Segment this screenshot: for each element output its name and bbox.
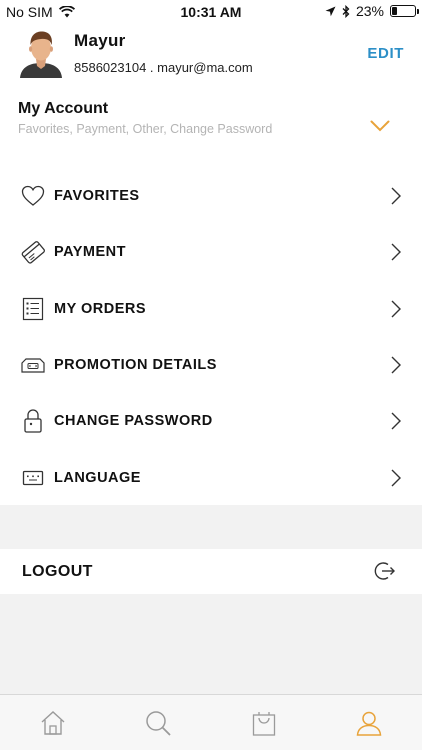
menu-item-label: MY ORDERS xyxy=(54,300,147,317)
battery-fill xyxy=(392,7,398,15)
lock-icon xyxy=(20,408,46,434)
my-account-title: My Account xyxy=(18,100,109,117)
chevron-right-icon xyxy=(391,187,401,205)
profile-icon xyxy=(356,711,382,736)
tab-search[interactable] xyxy=(106,695,212,750)
logout-icon xyxy=(374,562,395,580)
profile-name: Mayur xyxy=(74,31,126,50)
avatar[interactable] xyxy=(18,28,64,78)
empty-area xyxy=(0,594,422,694)
menu-item-label: PAYMENT xyxy=(54,244,126,261)
chevron-right-icon xyxy=(391,300,401,318)
chevron-down-icon[interactable] xyxy=(370,120,390,132)
chevron-right-icon xyxy=(391,243,401,261)
heart-icon xyxy=(20,183,46,209)
tab-bag[interactable] xyxy=(211,695,317,750)
my-account-subtitle: Favorites, Payment, Other, Change Passwo… xyxy=(18,122,273,136)
chevron-right-icon xyxy=(391,356,401,374)
tab-home[interactable] xyxy=(0,695,106,750)
list-icon xyxy=(20,296,46,322)
tab-bar xyxy=(0,694,422,750)
my-account-section[interactable]: My Account Favorites, Payment, Other, Ch… xyxy=(0,96,422,146)
chevron-right-icon xyxy=(391,412,401,430)
menu-item-label: FAVORITES xyxy=(54,188,140,205)
location-arrow-icon xyxy=(325,6,336,16)
menu-item-promotion-details[interactable]: PROMOTION DETAILS xyxy=(0,337,422,393)
menu-item-favorites[interactable]: FAVORITES xyxy=(0,168,422,224)
ticket-icon xyxy=(20,352,46,378)
menu-item-label: CHANGE PASSWORD xyxy=(54,413,213,430)
search-icon xyxy=(146,710,171,736)
logout-button[interactable]: LOGOUT xyxy=(0,549,422,594)
menu-item-change-password[interactable]: CHANGE PASSWORD xyxy=(0,393,422,449)
menu-item-label: LANGUAGE xyxy=(54,469,141,486)
section-divider xyxy=(0,505,422,549)
menu-item-label: PROMOTION DETAILS xyxy=(54,357,217,374)
chevron-right-icon xyxy=(391,469,401,487)
profile-contact: 8586023104 . mayur@ma.com xyxy=(74,60,253,75)
bag-icon xyxy=(252,711,275,736)
credit-card-icon xyxy=(20,239,46,265)
menu-item-my-orders[interactable]: MY ORDERS xyxy=(0,281,422,337)
menu-item-payment[interactable]: PAYMENT xyxy=(0,224,422,280)
bluetooth-icon xyxy=(342,4,350,18)
battery-icon xyxy=(390,5,419,17)
profile-header: Mayur 8586023104 . mayur@ma.com EDIT xyxy=(0,24,422,84)
menu-item-language[interactable]: LANGUAGE xyxy=(0,449,422,505)
status-bar: No SIM 10:31 AM 23% xyxy=(0,0,422,24)
battery-percent: 23% xyxy=(355,3,384,19)
account-menu: FAVORITES PAYMENT MY ORDERS PROMOTION DE… xyxy=(0,168,422,506)
home-icon xyxy=(41,710,65,735)
logout-label: LOGOUT xyxy=(22,563,93,580)
keyboard-icon xyxy=(20,465,46,491)
edit-profile-button[interactable]: EDIT xyxy=(367,45,404,62)
tab-profile[interactable] xyxy=(317,695,422,750)
